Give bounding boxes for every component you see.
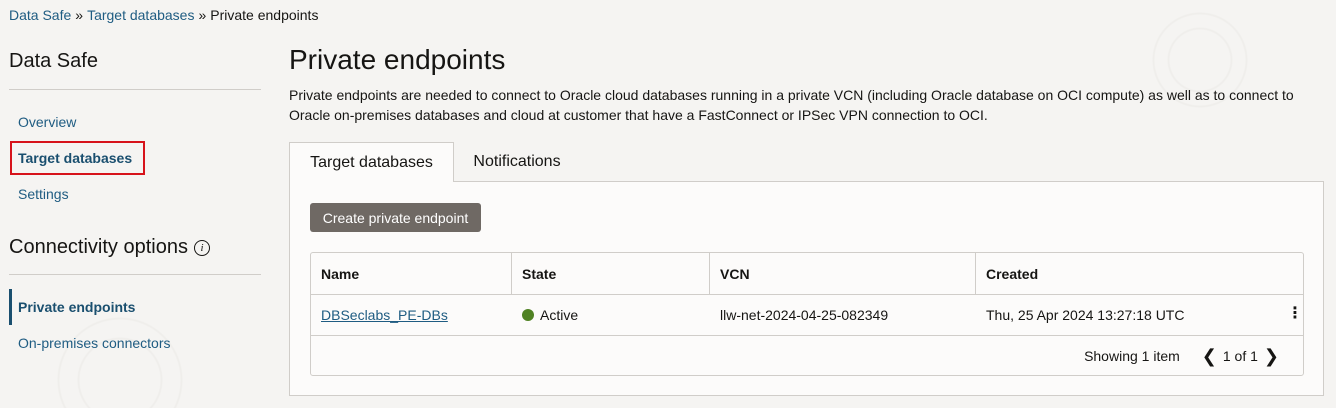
breadcrumb-separator: » <box>75 7 84 23</box>
chevron-right-icon[interactable]: ❯ <box>1264 347 1279 365</box>
sidebar-divider <box>9 274 261 275</box>
tab-target-databases[interactable]: Target databases <box>289 142 454 182</box>
row-actions-kebab-icon[interactable]: ⋮ <box>1287 306 1303 322</box>
cell-name: DBSeclabs_PE-DBs <box>311 294 512 335</box>
column-header-vcn[interactable]: VCN <box>710 253 976 294</box>
cell-created: Thu, 25 Apr 2024 13:27:18 UTC <box>986 306 1185 323</box>
state-label: Active <box>540 306 579 323</box>
tab-notifications[interactable]: Notifications <box>454 142 580 182</box>
breadcrumb: Data Safe» Target databases» Private endpo… <box>9 7 318 23</box>
breadcrumb-data-safe[interactable]: Data Safe <box>9 7 71 23</box>
active-indicator <box>9 289 12 325</box>
page-description: Private endpoints are needed to connect … <box>289 87 1294 123</box>
sidebar-item-target-databases[interactable]: Target databases <box>18 150 132 166</box>
breadcrumb-separator: » <box>198 7 207 23</box>
connectivity-options-label: Connectivity options <box>9 236 188 258</box>
sidebar-item-on-premises-connectors[interactable]: On-premises connectors <box>18 335 171 351</box>
cell-vcn: llw-net-2024-04-25-082349 <box>720 306 889 323</box>
cell-state: Active <box>512 294 710 335</box>
pagination: Showing 1 item ❮ 1 of 1 ❯ <box>1084 347 1285 365</box>
create-private-endpoint-button[interactable]: Create private endpoint <box>310 203 481 232</box>
column-header-created[interactable]: Created <box>976 253 1303 294</box>
breadcrumb-current: Private endpoints <box>210 7 319 23</box>
sidebar-item-private-endpoints[interactable]: Private endpoints <box>18 299 135 315</box>
sidebar-divider <box>9 89 261 90</box>
status-dot-icon <box>522 308 534 321</box>
connectivity-options-heading: Connectivity options i <box>9 236 210 259</box>
table-header-row: Name State VCN Created <box>311 253 1303 295</box>
sidebar-title: Data Safe <box>9 50 98 72</box>
info-icon[interactable]: i <box>193 239 210 256</box>
sidebar-item-overview[interactable]: Overview <box>18 114 76 130</box>
endpoints-table: Name State VCN Created DBSeclabs_PE-DBs … <box>310 252 1304 376</box>
showing-count: Showing 1 item <box>1084 348 1180 364</box>
table-row: DBSeclabs_PE-DBs Active llw-net-2024-04-… <box>311 294 1303 336</box>
column-header-state[interactable]: State <box>512 253 710 294</box>
chevron-left-icon[interactable]: ❮ <box>1202 347 1217 365</box>
column-header-name[interactable]: Name <box>311 253 512 294</box>
page-indicator: 1 of 1 <box>1222 348 1258 364</box>
endpoint-name-link[interactable]: DBSeclabs_PE-DBs <box>321 307 448 323</box>
breadcrumb-target-databases[interactable]: Target databases <box>87 7 194 23</box>
page-title: Private endpoints <box>289 44 506 75</box>
sidebar-item-settings[interactable]: Settings <box>18 186 69 202</box>
